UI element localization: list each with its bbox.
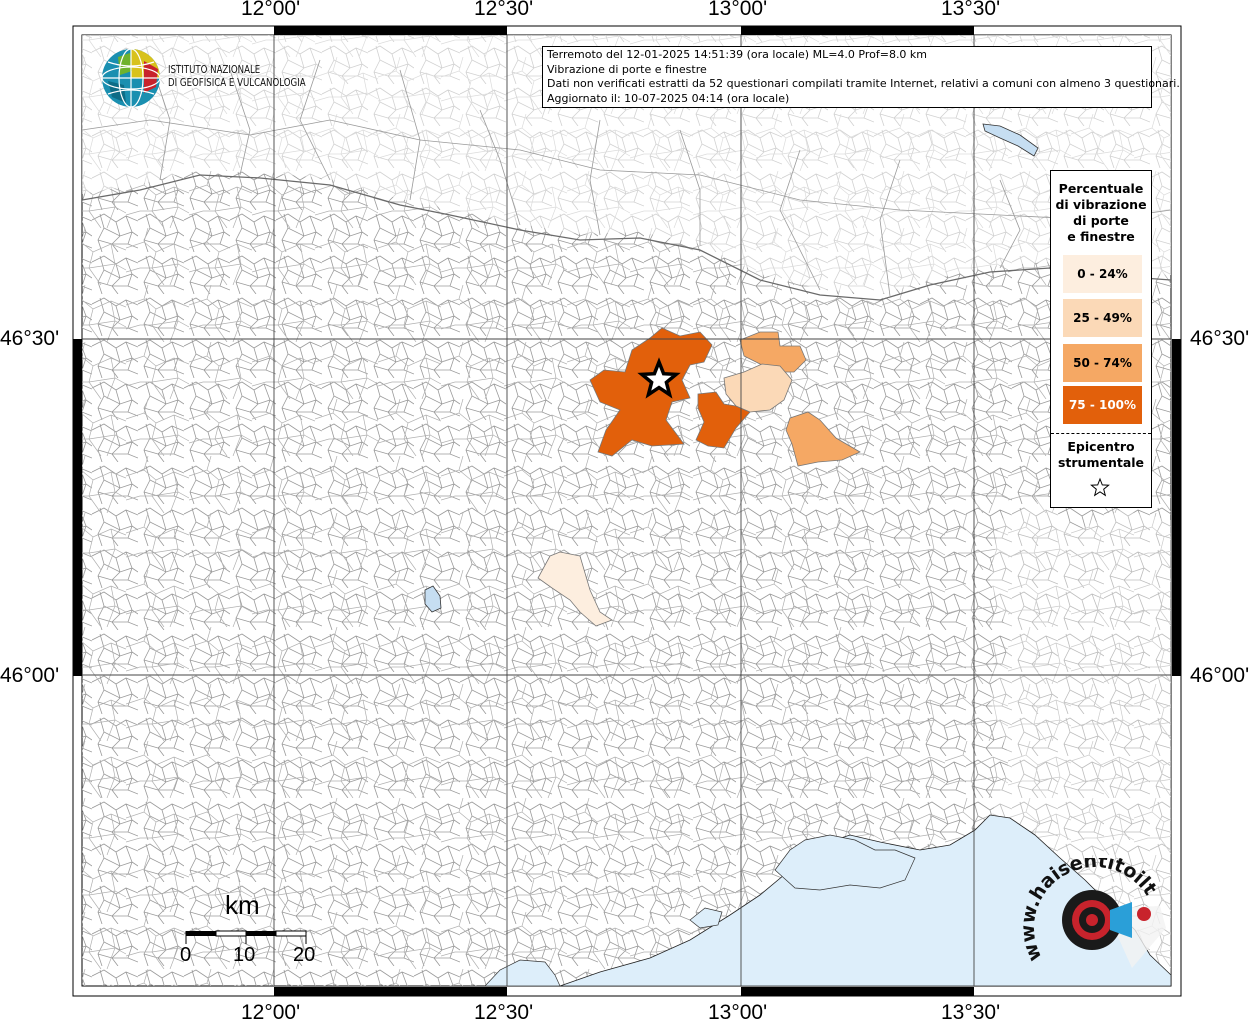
scale-label-10: 10 bbox=[233, 944, 256, 966]
tick-lon-13-30: 13°30' bbox=[941, 0, 1001, 20]
tick-lat-46-30-right: 46°30' bbox=[1190, 327, 1250, 350]
ingv-globe-logo bbox=[101, 48, 161, 108]
tick-lon-13-00-bottom: 13°00' bbox=[708, 1001, 768, 1024]
star-icon bbox=[1090, 477, 1110, 497]
legend-epicenter-line: strumentale bbox=[1057, 455, 1145, 470]
info-map-type: Vibrazione di porte e finestre bbox=[547, 62, 707, 76]
earthquake-info-box: Terremoto del 12-01-2025 14:51:39 (ora l… bbox=[542, 46, 1180, 108]
legend-epicenter-line: Epicentro bbox=[1067, 439, 1135, 454]
ingv-line-1: ISTITUTO NAZIONALE bbox=[168, 64, 261, 76]
legend-divider bbox=[1051, 433, 1151, 434]
legend-class-0-24: 0 - 24% bbox=[1063, 255, 1142, 293]
tick-lon-12-00: 12°00' bbox=[241, 0, 301, 20]
legend-class-50-74: 50 - 74% bbox=[1063, 344, 1142, 382]
tick-lon-12-30-bottom: 12°30' bbox=[474, 1001, 534, 1024]
legend-title-line: di porte bbox=[1073, 213, 1129, 228]
tick-lon-12-30: 12°30' bbox=[474, 0, 534, 20]
legend-title-line: di vibrazione bbox=[1055, 197, 1147, 212]
ingv-line-2: DI GEOFISICA E VULCANOLOGIA bbox=[168, 77, 306, 89]
tick-lat-46-00: 46°00' bbox=[0, 664, 60, 687]
tick-lon-12-00-bottom: 12°00' bbox=[241, 1001, 301, 1024]
legend-title-line: e finestre bbox=[1067, 229, 1135, 244]
tick-lon-13-00: 13°00' bbox=[708, 0, 768, 20]
scale-label-0: 0 bbox=[180, 944, 192, 966]
ingv-name: ISTITUTO NAZIONALE DI GEOFISICA E VULCAN… bbox=[168, 64, 306, 90]
legend-class-25-49: 25 - 49% bbox=[1063, 299, 1142, 337]
scale-label-20: 20 bbox=[293, 944, 316, 966]
info-event: Terremoto del 12-01-2025 14:51:39 (ora l… bbox=[547, 48, 928, 61]
tick-lat-46-30: 46°30' bbox=[0, 327, 60, 350]
haisentito-badge-logo[interactable]: www.haisentitoilterremoto.it bbox=[1020, 858, 1170, 978]
legend-epicenter-label: Epicentro strumentale bbox=[1051, 439, 1151, 471]
legend-class-75-100: 75 - 100% bbox=[1063, 386, 1142, 424]
legend: Percentuale di vibrazione di porte e fin… bbox=[1050, 170, 1152, 508]
tick-lon-13-30-bottom: 13°30' bbox=[941, 1001, 1001, 1024]
legend-title-line: Percentuale bbox=[1058, 181, 1144, 196]
scale-unit: km bbox=[225, 890, 260, 920]
legend-title: Percentuale di vibrazione di porte e fin… bbox=[1051, 181, 1151, 245]
info-updated: Aggiornato il: 10-07-2025 04:14 (ora loc… bbox=[547, 91, 790, 105]
info-disclaimer: Dati non verificati estratti da 52 quest… bbox=[547, 77, 1180, 91]
tick-lat-46-00-right: 46°00' bbox=[1190, 664, 1250, 687]
